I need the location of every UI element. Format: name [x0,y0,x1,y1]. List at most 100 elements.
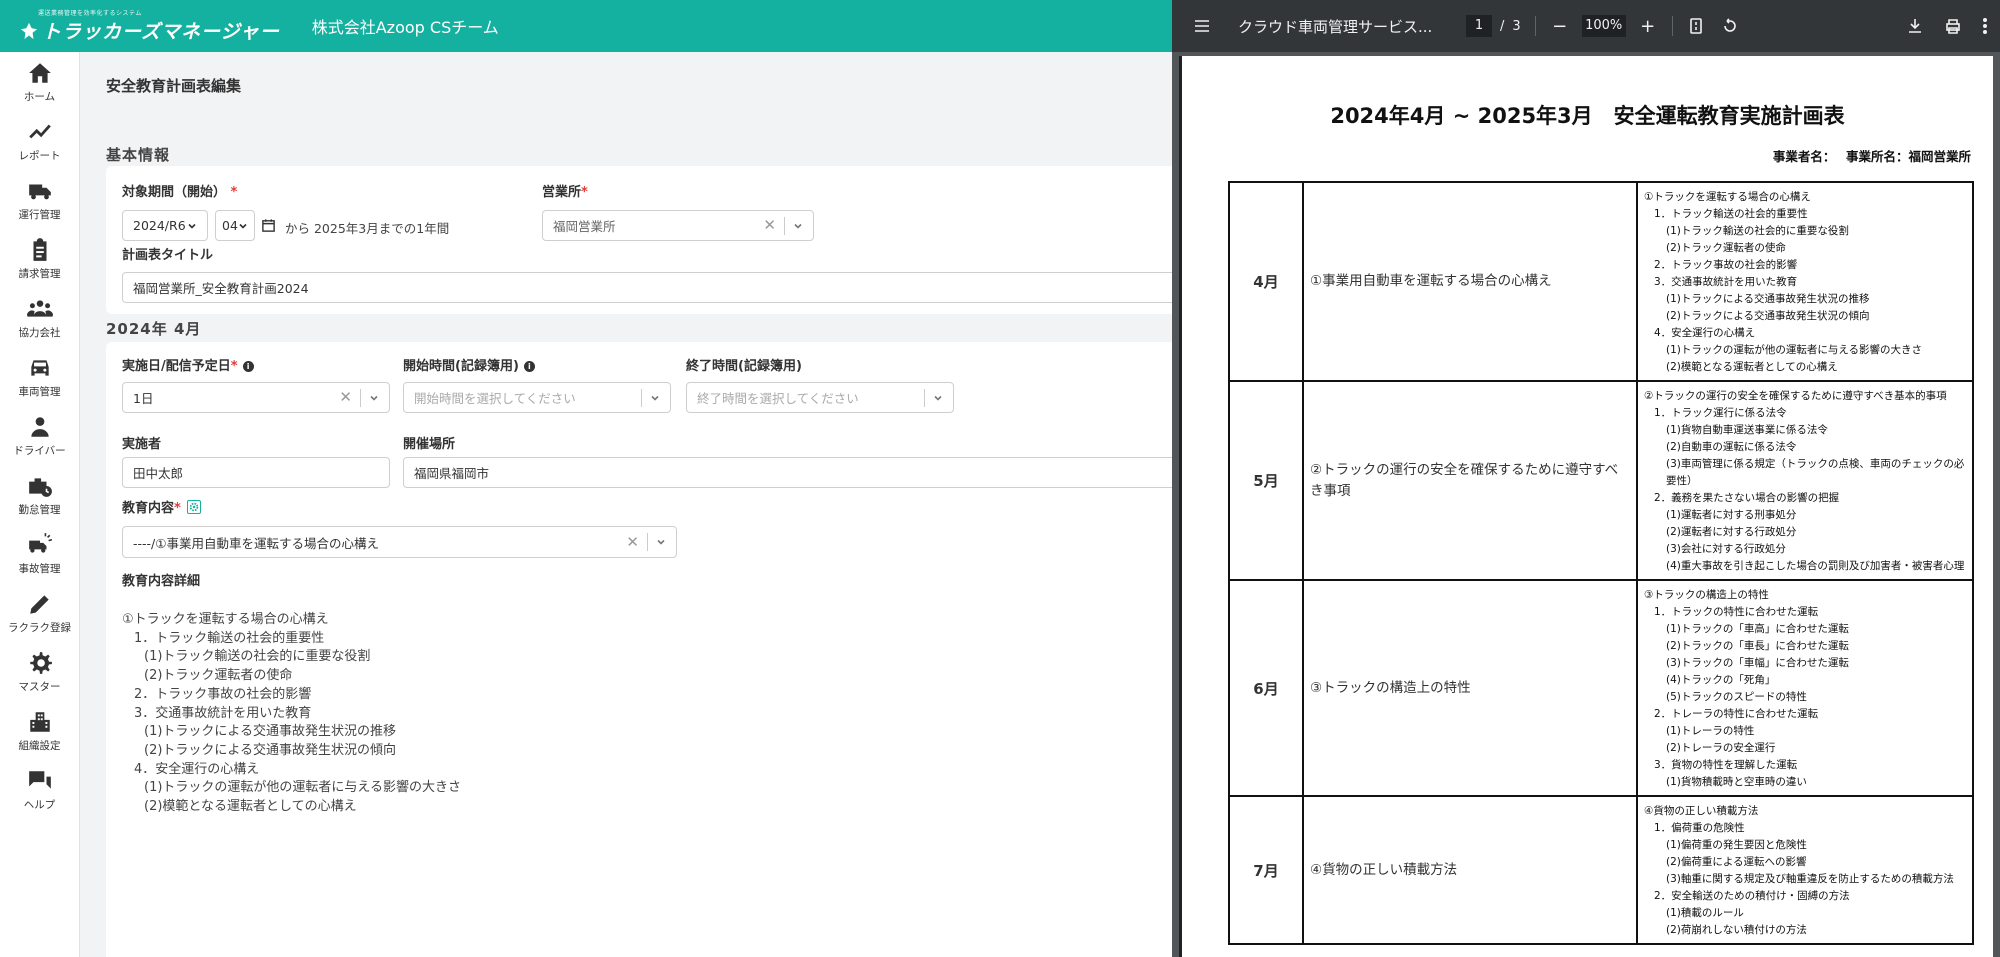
plan-detail-line: (3)トラックの「車幅」に合わせた運転 [1666,657,1849,669]
end-time-select[interactable]: 終了時間を選択してください [686,382,954,413]
plan-row: 4月 ①事業用自動車を運転する場合の心構え ①トラックを運転する場合の心構え 1．トラ… [1228,181,1974,382]
plan-detail-line: ④貨物の正しい積載方法 [1644,805,1759,817]
fit-page-icon[interactable] [1687,17,1705,35]
sidebar-item-label: 事故管理 [18,562,61,575]
sidebar-item-6[interactable]: ドライバー [0,406,79,465]
page-separator: / [1500,18,1505,34]
instructor-input[interactable]: 田中太郎 [122,457,390,488]
venue-input[interactable]: 福岡県福岡市 [403,457,1172,488]
period-year-select[interactable]: 2024/R6 [122,210,208,241]
plan-detail-line: 3．貨物の特性を理解した運転 [1654,759,1798,771]
page-total: 3 [1512,18,1521,34]
detail-line: 4．安全運行の心構え [134,761,260,777]
home-icon [28,62,51,83]
plan-detail-line: (2)トレーラの安全運行 [1666,742,1776,754]
plan-detail-line: 1．トラック輸送の社会的重要性 [1654,208,1808,220]
sidebar-item-3[interactable]: 請求管理 [0,229,79,288]
sidebar-item-label: マスター [18,680,61,693]
download-icon[interactable] [1906,17,1924,35]
period-range-text: から 2025年3月までの1年間 [285,221,450,236]
clear-icon[interactable]: ✕ [626,534,639,550]
menu-icon[interactable] [1192,17,1212,35]
building-icon [29,711,50,732]
plan-detail-line: (3)会社に対する行政処分 [1666,543,1786,555]
group-icon [26,299,53,317]
plan-detail-line: (3)車両管理に係る規定（トラックの点検、車両のチェックの必要性） [1666,458,1965,487]
start-time-select[interactable]: 開始時間を選択してください [403,382,671,413]
print-icon[interactable] [1944,17,1962,35]
plan-detail-line: (1)貨物積載時と空車時の違い [1666,776,1807,788]
sidebar-item-9[interactable]: ラクラク登録 [0,583,79,642]
instructor-label: 実施者 [122,437,162,452]
sidebar-item-4[interactable]: 協力会社 [0,288,79,347]
plan-detail-line: (2)偏荷重による運転への影響 [1666,856,1807,868]
detail-line: (1)トラックの運転が他の運転者に与える影響の大きさ [144,780,462,796]
plan-month: 7月 [1228,795,1304,945]
plan-detail-line: (4)重大事故を引き起こした場合の罰則及び加害者・被害者心理 [1666,560,1965,572]
plan-detail-line: (1)トラックの「車高」に合わせた運転 [1666,623,1849,635]
chevron-down-icon [239,223,247,229]
sidebar-item-label: 請求管理 [18,267,61,280]
sidebar-item-0[interactable]: ホーム [0,52,79,111]
clear-icon[interactable]: ✕ [339,390,352,405]
truck-icon [28,184,51,199]
info-icon[interactable]: i [242,361,254,372]
plan-topic: ②トラックの運行の安全を確保するために遵守すべき事項 [1302,380,1638,581]
pdf-toolbar: クラウド車両管理サービス... 1 / 3 − 100% + [1172,0,2000,52]
sidebar-item-label: 組織設定 [18,739,61,752]
content-select[interactable]: ----/①事業用自動車を運転する場合の心構え ✕ [122,526,677,558]
month-card: 実施日/配信予定日* i 1日 ✕ 開始時間(記録簿用) i 開始時間を選択してくだ… [106,342,1172,957]
plan-details: ②トラックの運行の安全を確保するために遵守すべき基本的事項 1．トラック運行に係る… [1636,380,1974,581]
plan-detail-line: (2)トラックの「車長」に合わせた運転 [1666,640,1849,652]
plan-detail-line: (1)運転者に対する刑事処分 [1666,509,1797,521]
plan-title-input[interactable]: 福岡営業所_安全教育計画2024 [122,272,1172,303]
month-section-title: 2024年 4月 [106,320,202,338]
plan-detail-line: (1)トラックの運転が他の運転者に与える影響の大きさ [1666,344,1923,356]
rotate-icon[interactable] [1721,17,1739,35]
sidebar-item-1[interactable]: レポート [0,111,79,170]
plan-detail-line: (2)自動車の運転に係る法令 [1666,441,1797,453]
zoom-input[interactable]: 100% [1581,15,1626,37]
office-select[interactable]: 福岡営業所 ✕ [542,210,814,241]
app-logo[interactable]: 運送業務管理を効率化するシステム トラッカーズマネージャー [20,8,280,44]
chat-icon [28,770,51,789]
sidebar-item-12[interactable]: ヘルプ [0,760,79,819]
clipboard-icon [33,237,46,261]
chart-icon [28,124,51,138]
app-header: 運送業務管理を効率化するシステム トラッカーズマネージャー 株式会社Azoop … [0,0,1172,52]
date-select[interactable]: 1日 ✕ [122,382,390,413]
sidebar-item-8[interactable]: 事故管理 [0,524,79,583]
clear-icon[interactable]: ✕ [763,218,776,233]
person-icon [30,416,49,437]
plan-detail-line: 2．義務を果たさない場合の影響の把握 [1654,492,1840,504]
page-number-input[interactable]: 1 [1466,15,1492,37]
pdf-page: 2024年4月 ~ 2025年3月 安全運転教育実施計画表 事業者名： 事業所名… [1179,56,1993,957]
office-label: 営業所* [542,185,588,200]
sidebar-item-7[interactable]: 勤怠管理 [0,465,79,524]
pencil-icon [29,594,49,614]
basic-info-card: 対象期間（開始） * 2024/R6 04 から 2025年3月までの1年間 営… [106,166,1172,314]
plan-detail-line: (1)トラックによる交通事故発生状況の推移 [1666,293,1870,305]
calendar-icon[interactable] [261,218,276,233]
start-time-label: 開始時間(記録簿用) i [403,355,535,374]
zoom-in-button[interactable]: + [1638,16,1658,37]
plan-detail-line: 2．トレーラの特性に合わせた運転 [1654,708,1819,720]
pdf-document-title: 2024年4月 ~ 2025年3月 安全運転教育実施計画表 [1330,104,1845,128]
company-name[interactable]: 株式会社Azoop CSチーム [312,14,499,38]
info-icon[interactable]: i [523,361,535,372]
plan-details: ④貨物の正しい積載方法 1．偏荷重の危険性 (1)偏荷重の発生要因と危険性 (2)偏荷… [1636,795,1974,945]
plan-detail-line: (1)貨物自動車運送事業に係る法令 [1666,424,1828,436]
detail-line: 2．トラック事故の社会的影響 [134,686,312,702]
sidebar-item-2[interactable]: 運行管理 [0,170,79,229]
sidebar-item-5[interactable]: 車両管理 [0,347,79,406]
plan-table: 4月 ①事業用自動車を運転する場合の心構え ①トラックを運転する場合の心構え 1．トラ… [1228,181,1974,945]
plan-details: ③トラックの構造上の特性 1．トラックの特性に合わせた運転 (1)トラックの「車高」… [1636,579,1974,797]
logo-tagline: 運送業務管理を効率化するシステム [38,10,142,17]
sidebar-item-10[interactable]: マスター [0,642,79,701]
sidebar-item-11[interactable]: 組織設定 [0,701,79,760]
main-content: 安全教育計画表編集 基本情報 対象期間（開始） * 2024/R6 04 から … [80,52,1172,957]
zoom-out-button[interactable]: − [1550,16,1570,37]
period-month-select[interactable]: 04 [215,210,255,241]
settings-gear-icon[interactable] [186,500,201,514]
more-options-icon[interactable] [1982,17,1988,35]
